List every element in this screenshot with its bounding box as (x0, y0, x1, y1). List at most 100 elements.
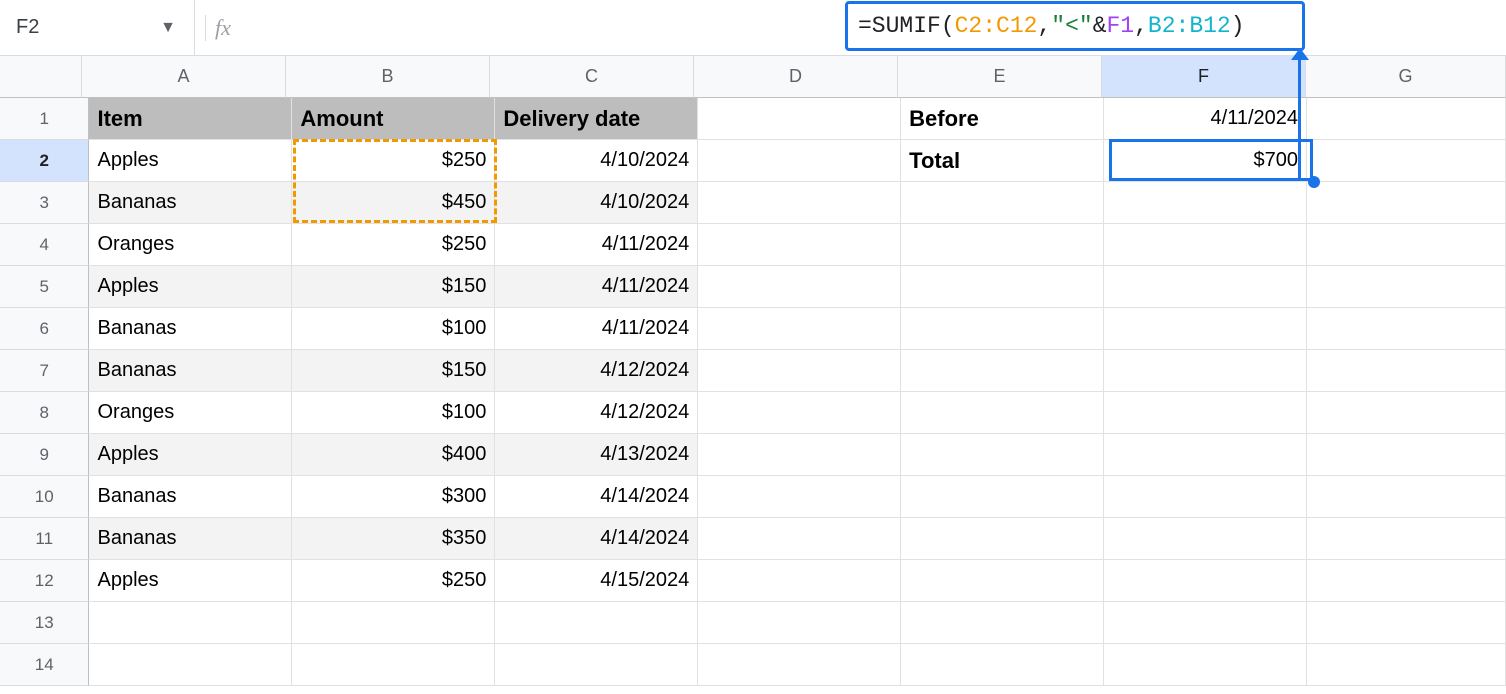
cell-E8[interactable] (901, 392, 1104, 434)
cell-G2[interactable] (1307, 140, 1506, 182)
cell-G9[interactable] (1307, 434, 1506, 476)
cell-F14[interactable] (1104, 644, 1307, 686)
cell-F1[interactable]: 4/11/2024 (1104, 98, 1307, 140)
cell-F6[interactable] (1104, 308, 1307, 350)
column-header-e[interactable]: E (898, 56, 1102, 98)
cell-A12[interactable]: Apples (89, 560, 292, 602)
cell-B9[interactable]: $400 (292, 434, 495, 476)
cell-G5[interactable] (1307, 266, 1506, 308)
cell-D7[interactable] (698, 350, 901, 392)
cell-C13[interactable] (495, 602, 698, 644)
cell-F11[interactable] (1104, 518, 1307, 560)
cell-E7[interactable] (901, 350, 1104, 392)
cell-B6[interactable]: $100 (292, 308, 495, 350)
row-header-11[interactable]: 11 (0, 518, 89, 560)
cell-A2[interactable]: Apples (89, 140, 292, 182)
cell-F8[interactable] (1104, 392, 1307, 434)
cell-B11[interactable]: $350 (292, 518, 495, 560)
cell-B14[interactable] (292, 644, 495, 686)
cell-D3[interactable] (698, 182, 901, 224)
cell-B8[interactable]: $100 (292, 392, 495, 434)
cell-D2[interactable] (698, 140, 901, 182)
cell-A3[interactable]: Bananas (89, 182, 292, 224)
cell-E14[interactable] (901, 644, 1104, 686)
cell-C14[interactable] (495, 644, 698, 686)
cell-E13[interactable] (901, 602, 1104, 644)
cell-G4[interactable] (1307, 224, 1506, 266)
column-header-c[interactable]: C (490, 56, 694, 98)
cell-D9[interactable] (698, 434, 901, 476)
cell-F2[interactable]: $700 (1104, 140, 1307, 182)
cell-G8[interactable] (1307, 392, 1506, 434)
cell-A7[interactable]: Bananas (89, 350, 292, 392)
cell-C8[interactable]: 4/12/2024 (495, 392, 698, 434)
cell-G7[interactable] (1307, 350, 1506, 392)
cell-E2[interactable]: Total (901, 140, 1104, 182)
cell-B1[interactable]: Amount (292, 98, 495, 140)
row-header-8[interactable]: 8 (0, 392, 89, 434)
cell-C12[interactable]: 4/15/2024 (495, 560, 698, 602)
row-header-1[interactable]: 1 (0, 98, 89, 140)
cell-F13[interactable] (1104, 602, 1307, 644)
cell-C6[interactable]: 4/11/2024 (495, 308, 698, 350)
cell-A14[interactable] (89, 644, 292, 686)
cell-B12[interactable]: $250 (292, 560, 495, 602)
cell-D12[interactable] (698, 560, 901, 602)
cell-E9[interactable] (901, 434, 1104, 476)
column-header-f[interactable]: F (1102, 56, 1306, 98)
cell-A9[interactable]: Apples (89, 434, 292, 476)
cell-G6[interactable] (1307, 308, 1506, 350)
cell-C11[interactable]: 4/14/2024 (495, 518, 698, 560)
cell-B4[interactable]: $250 (292, 224, 495, 266)
cell-C9[interactable]: 4/13/2024 (495, 434, 698, 476)
cell-D13[interactable] (698, 602, 901, 644)
dropdown-arrow-icon[interactable]: ▼ (160, 19, 184, 37)
cell-E12[interactable] (901, 560, 1104, 602)
row-header-9[interactable]: 9 (0, 434, 89, 476)
cell-D10[interactable] (698, 476, 901, 518)
cell-A8[interactable]: Oranges (89, 392, 292, 434)
cell-B7[interactable]: $150 (292, 350, 495, 392)
cell-B13[interactable] (292, 602, 495, 644)
cell-D6[interactable] (698, 308, 901, 350)
row-header-4[interactable]: 4 (0, 224, 89, 266)
cell-B2[interactable]: $250 (292, 140, 495, 182)
cell-A13[interactable] (89, 602, 292, 644)
column-header-d[interactable]: D (694, 56, 898, 98)
cell-C3[interactable]: 4/10/2024 (495, 182, 698, 224)
cell-G14[interactable] (1307, 644, 1506, 686)
row-header-10[interactable]: 10 (0, 476, 89, 518)
select-all-corner[interactable] (0, 56, 82, 98)
cell-E1[interactable]: Before (901, 98, 1104, 140)
cell-E6[interactable] (901, 308, 1104, 350)
cell-E5[interactable] (901, 266, 1104, 308)
cell-E11[interactable] (901, 518, 1104, 560)
cell-B3[interactable]: $450 (292, 182, 495, 224)
active-cell-handle-icon[interactable] (1308, 176, 1320, 188)
cell-C2[interactable]: 4/10/2024 (495, 140, 698, 182)
cell-C1[interactable]: Delivery date (495, 98, 698, 140)
cell-F10[interactable] (1104, 476, 1307, 518)
cell-E10[interactable] (901, 476, 1104, 518)
cell-A1[interactable]: Item (89, 98, 292, 140)
row-header-13[interactable]: 13 (0, 602, 89, 644)
cell-D14[interactable] (698, 644, 901, 686)
row-header-2[interactable]: 2 (0, 140, 89, 182)
cell-D1[interactable] (698, 98, 901, 140)
cell-A11[interactable]: Bananas (89, 518, 292, 560)
cell-G10[interactable] (1307, 476, 1506, 518)
cell-C10[interactable]: 4/14/2024 (495, 476, 698, 518)
column-header-b[interactable]: B (286, 56, 490, 98)
cell-D4[interactable] (698, 224, 901, 266)
row-header-3[interactable]: 3 (0, 182, 89, 224)
cell-F7[interactable] (1104, 350, 1307, 392)
row-header-7[interactable]: 7 (0, 350, 89, 392)
cell-A5[interactable]: Apples (89, 266, 292, 308)
cell-G1[interactable] (1307, 98, 1506, 140)
cell-G3[interactable] (1307, 182, 1506, 224)
cell-G12[interactable] (1307, 560, 1506, 602)
cell-F9[interactable] (1104, 434, 1307, 476)
cell-G11[interactable] (1307, 518, 1506, 560)
cell-F4[interactable] (1104, 224, 1307, 266)
cell-C5[interactable]: 4/11/2024 (495, 266, 698, 308)
